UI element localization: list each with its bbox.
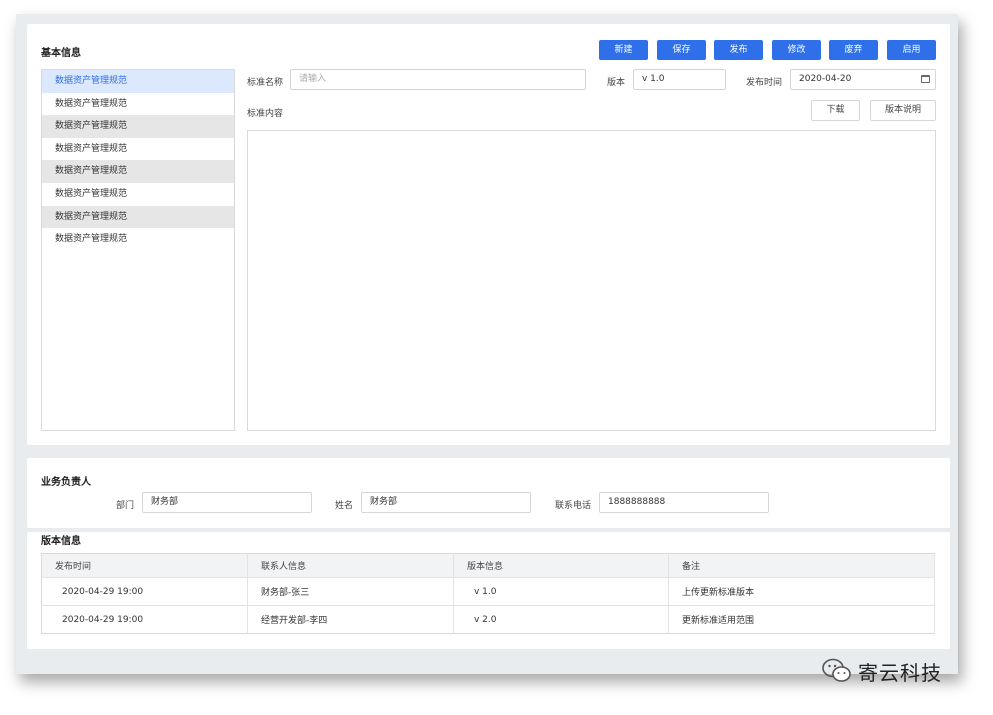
table-cell: v 2.0 xyxy=(453,605,669,634)
table-cell: 2020-04-29 19:00 xyxy=(41,577,248,606)
standard-list-item[interactable]: 数据资产管理规范 xyxy=(42,183,234,206)
edit-button[interactable]: 修改 xyxy=(772,40,821,60)
standard-content-editor[interactable] xyxy=(247,130,936,431)
phone-input[interactable]: 1888888888 xyxy=(599,492,769,513)
table-row[interactable]: 2020-04-29 19:00 财务部-张三 v 1.0 上传更新标准版本 xyxy=(41,577,935,606)
wechat-icon xyxy=(822,658,851,682)
standard-name-input[interactable]: 请输入 xyxy=(290,69,586,90)
watermark: 寄云科技 xyxy=(822,656,942,686)
business-owner-title: 业务负责人 xyxy=(41,477,91,488)
publish-button[interactable]: 发布 xyxy=(714,40,763,60)
dept-input[interactable]: 财务部 xyxy=(142,492,312,513)
table-header: 版本信息 xyxy=(453,553,669,578)
app-frame: 基本信息 新建 保存 发布 修改 废弃 启用 数据资产管理规范 数据资产管理规范… xyxy=(16,14,958,674)
phone-value: 1888888888 xyxy=(608,497,666,507)
table-header-row: 发布时间 联系人信息 版本信息 备注 xyxy=(41,553,935,578)
content-label: 标准内容 xyxy=(247,109,284,119)
version-value: v 1.0 xyxy=(642,74,665,84)
table-cell: 经营开发部-李四 xyxy=(247,605,454,634)
table-header: 备注 xyxy=(668,553,935,578)
standard-list-item[interactable]: 数据资产管理规范 xyxy=(42,160,234,183)
name-input[interactable]: 财务部 xyxy=(361,492,531,513)
name-value: 财务部 xyxy=(370,497,398,507)
standard-list: 数据资产管理规范 数据资产管理规范 数据资产管理规范 数据资产管理规范 数据资产… xyxy=(41,69,235,431)
download-button[interactable]: 下载 xyxy=(811,100,860,121)
version-info-title: 版本信息 xyxy=(41,536,81,547)
version-info-card: 版本信息 发布时间 联系人信息 版本信息 备注 2020-04-29 19:00… xyxy=(27,532,950,649)
watermark-text: 寄云科技 xyxy=(858,660,942,685)
publish-time-value: 2020-04-20 xyxy=(799,74,852,84)
version-note-button[interactable]: 版本说明 xyxy=(870,100,936,121)
table-cell: v 1.0 xyxy=(453,577,669,606)
table-cell: 更新标准适用范围 xyxy=(668,605,935,634)
standard-list-item[interactable]: 数据资产管理规范 xyxy=(42,115,234,138)
table-cell: 2020-04-29 19:00 xyxy=(41,605,248,634)
standard-list-item[interactable]: 数据资产管理规范 xyxy=(42,205,234,229)
discard-button[interactable]: 废弃 xyxy=(829,40,878,60)
enable-button[interactable]: 启用 xyxy=(887,40,936,60)
table-header: 发布时间 xyxy=(41,553,248,578)
standard-list-item[interactable]: 数据资产管理规范 xyxy=(42,138,234,161)
new-button[interactable]: 新建 xyxy=(599,40,648,60)
save-button[interactable]: 保存 xyxy=(657,40,706,60)
phone-label: 联系电话 xyxy=(555,501,592,511)
table-row[interactable]: 2020-04-29 19:00 经营开发部-李四 v 2.0 更新标准适用范围 xyxy=(41,605,935,634)
business-owner-card: 业务负责人 部门 财务部 姓名 财务部 联系电话 1888888888 xyxy=(27,458,950,528)
publish-time-datepicker[interactable]: 2020-04-20 xyxy=(790,69,936,90)
publish-time-label: 发布时间 xyxy=(746,78,783,88)
version-input[interactable]: v 1.0 xyxy=(633,69,726,90)
table-cell: 上传更新标准版本 xyxy=(668,577,935,606)
basic-info-card: 基本信息 新建 保存 发布 修改 废弃 启用 数据资产管理规范 数据资产管理规范… xyxy=(27,24,950,445)
basic-info-title: 基本信息 xyxy=(41,48,81,59)
table-cell: 财务部-张三 xyxy=(247,577,454,606)
standard-name-placeholder: 请输入 xyxy=(299,74,327,84)
standard-name-label: 标准名称 xyxy=(247,78,284,88)
name-label: 姓名 xyxy=(335,501,354,511)
dept-label: 部门 xyxy=(116,501,135,511)
calendar-icon[interactable] xyxy=(921,75,930,83)
standard-list-item[interactable]: 数据资产管理规范 xyxy=(42,228,234,251)
standard-list-item[interactable]: 数据资产管理规范 xyxy=(42,70,234,93)
version-label: 版本 xyxy=(607,78,626,88)
table-header: 联系人信息 xyxy=(247,553,454,578)
dept-value: 财务部 xyxy=(151,497,179,507)
standard-list-item[interactable]: 数据资产管理规范 xyxy=(42,93,234,116)
version-table: 发布时间 联系人信息 版本信息 备注 2020-04-29 19:00 财务部-… xyxy=(41,553,935,634)
